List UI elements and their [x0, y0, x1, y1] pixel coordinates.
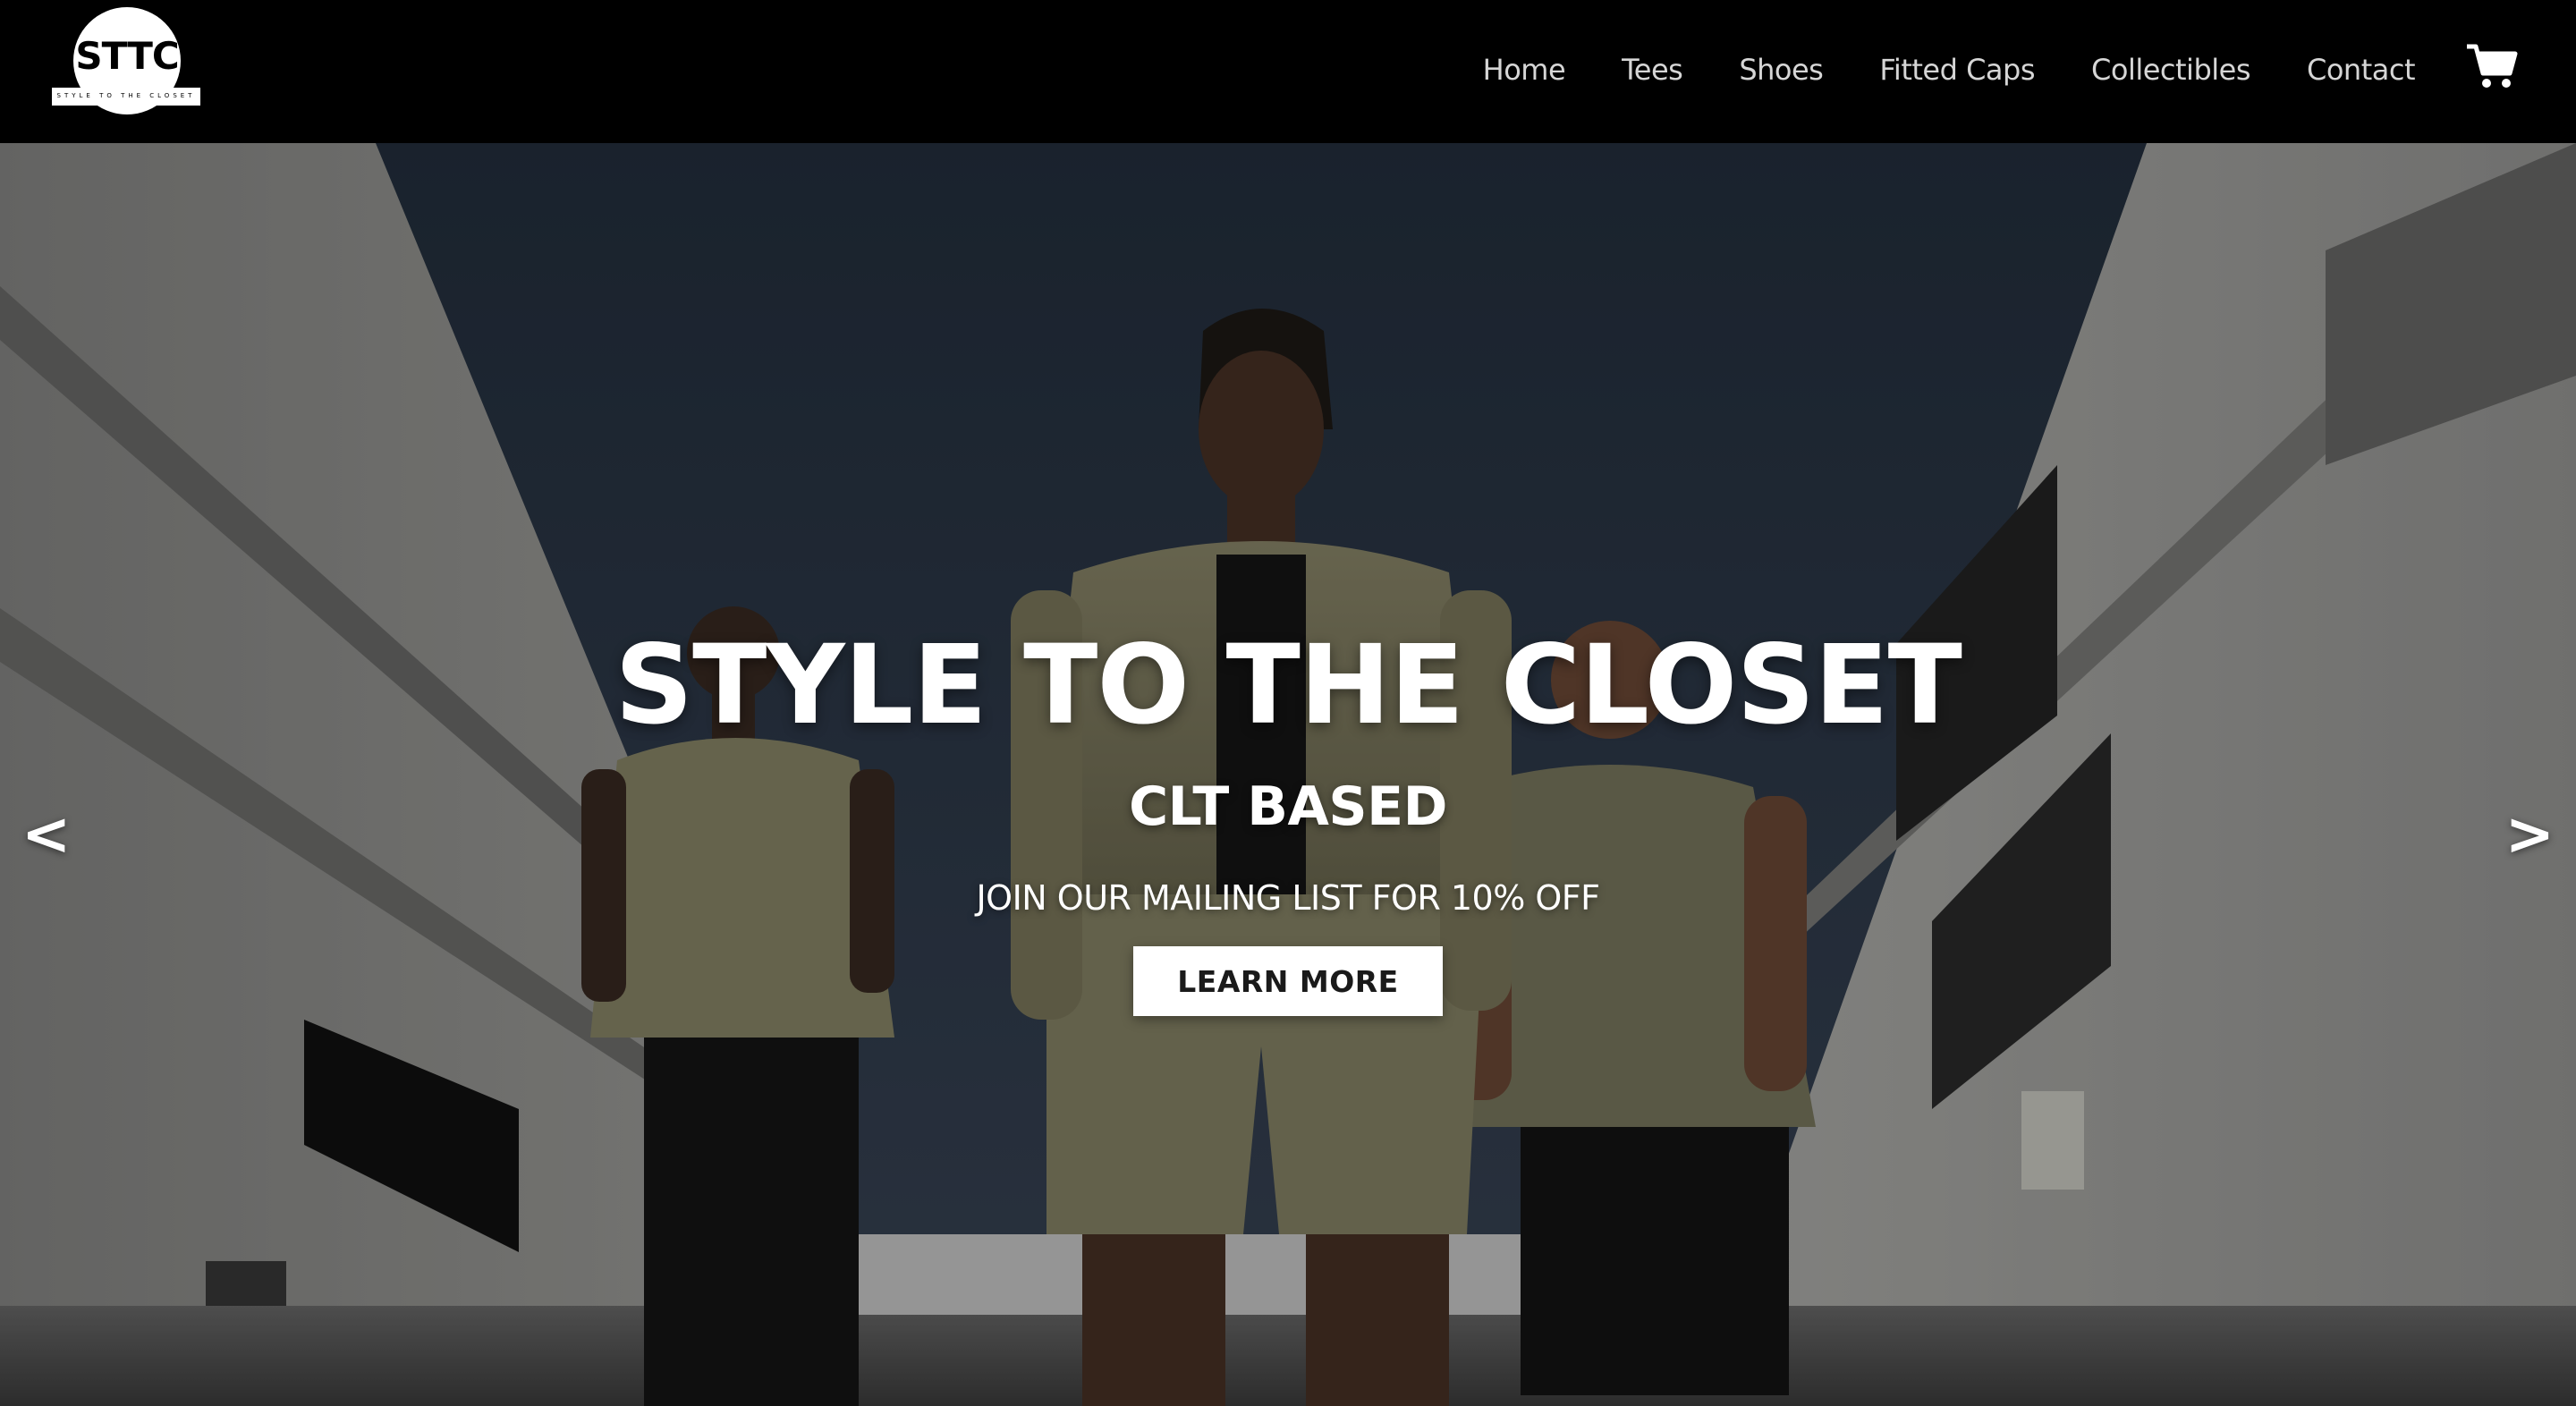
shopping-cart-icon[interactable] [2465, 39, 2519, 93]
nav-collectibles-link[interactable]: Collectibles [2091, 50, 2250, 89]
hero-dark-overlay [0, 143, 2576, 1406]
learn-more-button[interactable]: LEARN MORE [1133, 946, 1443, 1016]
hero-subtitle: CLT BASED [1129, 775, 1447, 838]
nav-tees-link[interactable]: Tees [1622, 50, 1683, 89]
nav-contact-link[interactable]: Contact [2307, 50, 2416, 89]
hero-promo-text: JOIN OUR MAILING LIST FOR 10% OFF [976, 878, 1600, 918]
logo-tagline: STYLE TO THE CLOSET [56, 92, 196, 99]
nav-home-link[interactable]: Home [1483, 50, 1566, 89]
hero-banner: < > [0, 143, 2576, 1406]
nav-shoes-link[interactable]: Shoes [1739, 50, 1824, 89]
nav-fitted-caps-link[interactable]: Fitted Caps [1879, 50, 2035, 89]
hero-title: STYLE TO THE CLOSET [614, 622, 1962, 749]
brand-logo[interactable]: STTC STYLE TO THE CLOSET [52, 7, 200, 129]
top-navigation-bar: STTC STYLE TO THE CLOSET Home Tees Shoes… [0, 0, 2576, 143]
main-menu: Home Tees Shoes Fitted Caps Collectibles… [1427, 50, 2416, 89]
logo-text: STTC [75, 34, 179, 78]
